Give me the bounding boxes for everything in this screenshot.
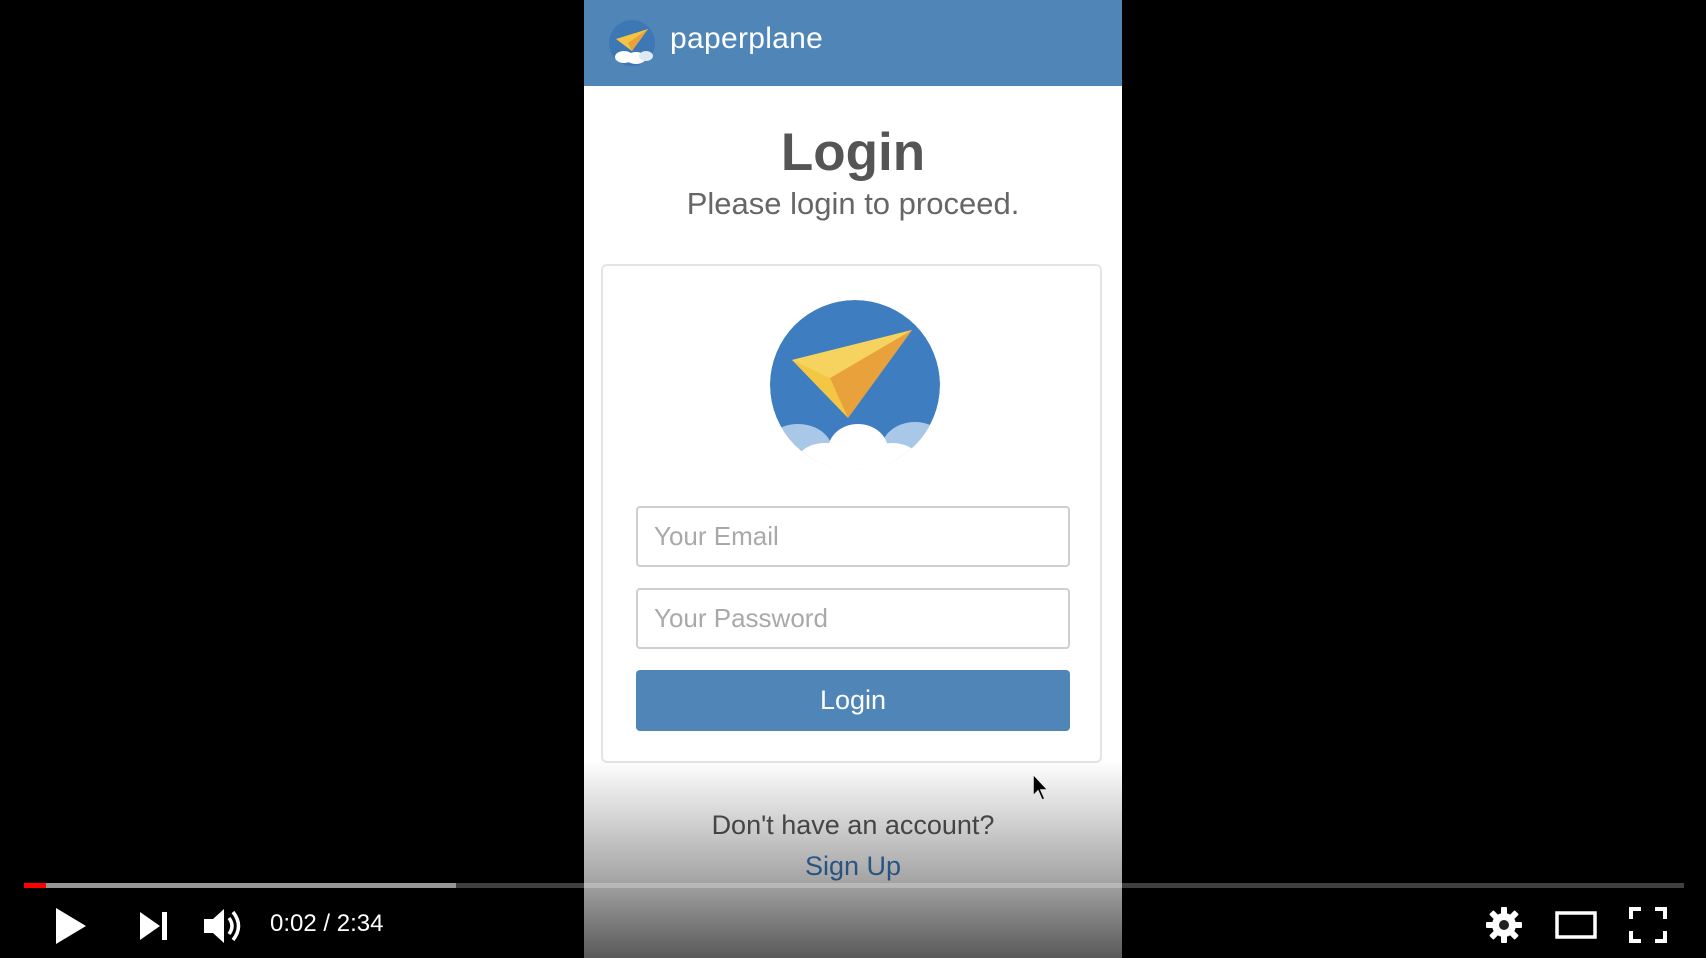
play-icon[interactable] — [50, 904, 90, 948]
email-input[interactable] — [636, 506, 1070, 567]
progress-played — [24, 883, 46, 888]
next-icon[interactable] — [136, 908, 172, 944]
signup-link[interactable]: Sign Up — [584, 851, 1122, 882]
signup-prompt: Don't have an account? — [711, 810, 995, 840]
login-card: Login — [601, 264, 1102, 763]
page-title: Login — [780, 123, 926, 182]
fullscreen-icon[interactable] — [1628, 906, 1668, 944]
video-player[interactable]: paperplane Login Please login to proceed… — [0, 0, 1706, 958]
password-input[interactable] — [636, 588, 1070, 649]
progress-bar[interactable] — [24, 883, 1684, 888]
brand-name[interactable]: paperplane — [670, 22, 823, 56]
progress-buffered — [24, 883, 456, 888]
time-display: 0:02 / 2:34 — [270, 910, 384, 937]
volume-icon[interactable] — [200, 904, 248, 948]
navbar: paperplane — [584, 0, 1122, 86]
theater-mode-icon[interactable] — [1554, 908, 1598, 942]
settings-icon[interactable] — [1484, 905, 1524, 945]
brand-logo-icon[interactable] — [608, 19, 656, 67]
paper-plane-icon — [770, 300, 940, 470]
mouse-cursor-icon — [1032, 772, 1050, 801]
login-button[interactable]: Login — [636, 670, 1070, 731]
page-subtitle: Please login to proceed. — [686, 186, 1020, 221]
app-frame: paperplane Login Please login to proceed… — [584, 0, 1122, 958]
